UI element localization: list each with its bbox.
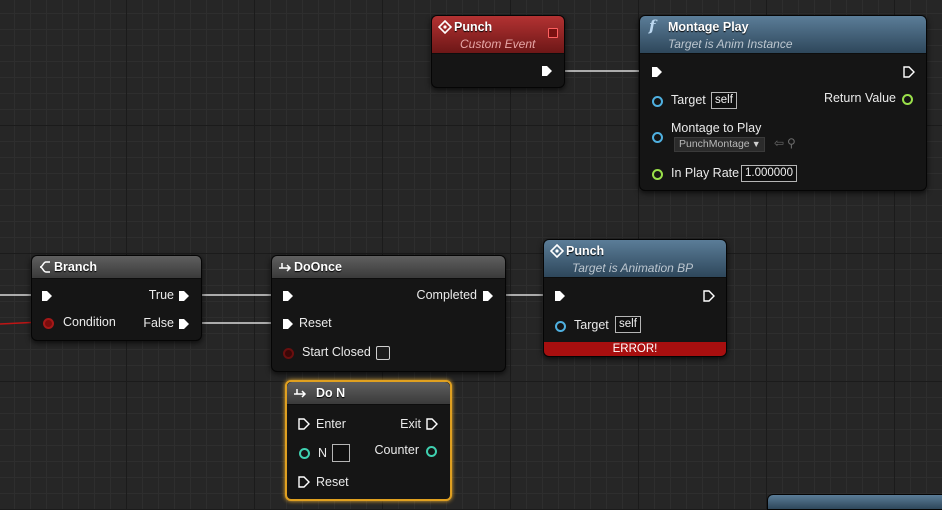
montage-to-play-label: Montage to Play bbox=[671, 121, 762, 135]
exec-in-pin[interactable] bbox=[554, 290, 566, 302]
exec-in-pin[interactable] bbox=[41, 290, 53, 302]
condition-pin[interactable] bbox=[43, 318, 54, 329]
node-title: Do N bbox=[316, 386, 346, 400]
reset-exec-pin[interactable] bbox=[298, 476, 310, 488]
node-header: Punch Target is Animation BP bbox=[544, 240, 726, 278]
chevron-down-icon: ▼ bbox=[751, 139, 761, 149]
play-rate-label: In Play Rate bbox=[671, 166, 740, 180]
branch-icon bbox=[39, 261, 50, 273]
node-header: Branch bbox=[32, 256, 201, 279]
true-exec-pin[interactable] bbox=[178, 290, 190, 302]
node-title: Punch bbox=[566, 244, 605, 258]
node-header: Do N bbox=[287, 382, 450, 405]
montage-play-node[interactable]: f Montage Play Target is Anim Instance T… bbox=[639, 15, 927, 191]
exec-out-pin[interactable] bbox=[541, 65, 553, 77]
browse-asset-icons[interactable]: ⇦⚲ bbox=[774, 136, 799, 150]
n-pin[interactable] bbox=[299, 448, 310, 459]
start-closed-pin[interactable] bbox=[283, 348, 294, 359]
montage-dropdown[interactable]: PunchMontage ▼ bbox=[674, 137, 765, 152]
true-label: True bbox=[148, 288, 174, 302]
reset-exec-pin[interactable] bbox=[282, 318, 294, 330]
punch-custom-event-node[interactable]: Punch Custom Event bbox=[431, 15, 565, 88]
error-banner: ERROR! bbox=[544, 342, 726, 356]
node-title: Punch bbox=[454, 20, 493, 34]
counter-pin[interactable] bbox=[426, 446, 437, 457]
target-value[interactable]: self bbox=[615, 316, 641, 333]
montage-to-play-pin[interactable] bbox=[652, 132, 663, 143]
exec-in-pin[interactable] bbox=[651, 66, 663, 78]
node-header: f Montage Play Target is Anim Instance bbox=[640, 16, 926, 54]
blueprint-graph[interactable]: Punch Custom Event f Montage Play Target… bbox=[0, 0, 942, 510]
node-subtitle: Target is Anim Instance bbox=[668, 37, 793, 51]
node-title: Montage Play bbox=[668, 20, 749, 34]
event-diamond-icon bbox=[438, 20, 452, 34]
flow-control-icon bbox=[279, 263, 292, 272]
false-label: False bbox=[143, 316, 174, 330]
false-exec-pin[interactable] bbox=[178, 318, 190, 330]
reset-label: Reset bbox=[299, 316, 332, 330]
target-pin[interactable] bbox=[555, 321, 566, 332]
do-n-node[interactable]: Do N Enter Exit N Counter Reset bbox=[285, 380, 452, 501]
partial-node-header[interactable] bbox=[767, 494, 942, 510]
exec-in-pin[interactable] bbox=[282, 290, 294, 302]
play-rate-value[interactable]: 1.000000 bbox=[741, 165, 797, 182]
enter-exec-pin[interactable] bbox=[298, 418, 310, 430]
doonce-node[interactable]: DoOnce Completed Reset Start Closed bbox=[271, 255, 506, 372]
node-subtitle: Custom Event bbox=[460, 37, 536, 51]
flow-control-icon bbox=[294, 389, 307, 398]
node-header: Punch Custom Event bbox=[432, 16, 564, 54]
n-value-field[interactable] bbox=[332, 444, 350, 462]
event-diamond-icon bbox=[550, 244, 564, 258]
completed-exec-pin[interactable] bbox=[482, 290, 494, 302]
target-label: Target bbox=[574, 318, 609, 332]
branch-node[interactable]: Branch True Condition False bbox=[31, 255, 202, 341]
exit-label: Exit bbox=[400, 417, 421, 431]
node-header: DoOnce bbox=[272, 256, 505, 279]
target-label: Target bbox=[671, 93, 706, 107]
play-rate-pin[interactable] bbox=[652, 169, 663, 180]
target-value[interactable]: self bbox=[711, 92, 737, 109]
completed-label: Completed bbox=[416, 288, 477, 302]
exec-out-pin[interactable] bbox=[703, 290, 715, 302]
exec-out-pin[interactable] bbox=[903, 66, 915, 78]
return-value-pin[interactable] bbox=[902, 94, 913, 105]
start-closed-checkbox[interactable] bbox=[376, 346, 390, 360]
node-title: DoOnce bbox=[294, 260, 342, 274]
counter-label: Counter bbox=[374, 443, 419, 457]
enter-label: Enter bbox=[316, 417, 346, 431]
reset-label: Reset bbox=[316, 475, 349, 489]
montage-dropdown-value: PunchMontage bbox=[679, 138, 750, 150]
node-title: Branch bbox=[54, 260, 98, 274]
node-subtitle: Target is Animation BP bbox=[572, 261, 694, 275]
exit-exec-pin[interactable] bbox=[426, 418, 438, 430]
n-label: N bbox=[318, 446, 328, 460]
start-closed-label: Start Closed bbox=[302, 345, 371, 359]
punch-function-node[interactable]: Punch Target is Animation BP Target self… bbox=[543, 239, 727, 357]
return-value-label: Return Value bbox=[823, 91, 896, 105]
target-pin[interactable] bbox=[652, 96, 663, 107]
function-f-icon: f bbox=[649, 17, 656, 35]
delegate-pin-icon[interactable] bbox=[548, 28, 558, 38]
condition-label: Condition bbox=[63, 315, 116, 329]
